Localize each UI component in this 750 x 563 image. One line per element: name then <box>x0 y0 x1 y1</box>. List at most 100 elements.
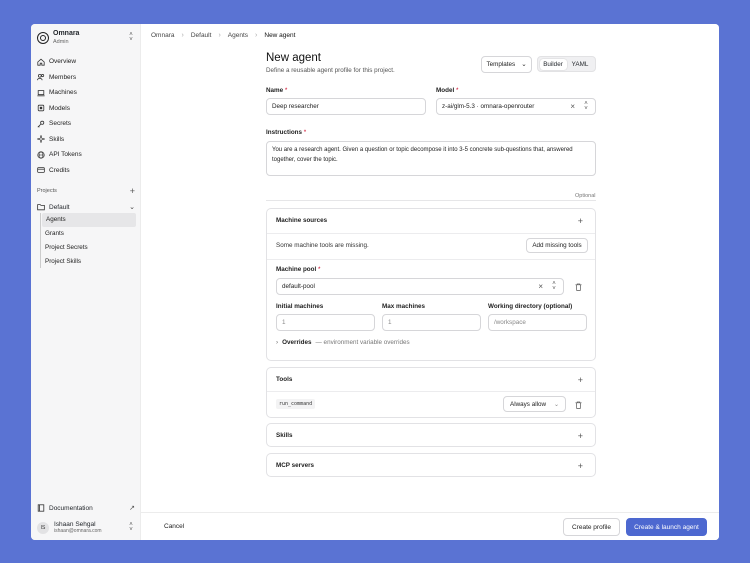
documentation-label: Documentation <box>49 504 93 512</box>
breadcrumb-omnara[interactable]: Omnara <box>151 32 174 39</box>
sidebar-item-label: Skills <box>49 135 65 143</box>
add-missing-tools-button[interactable]: Add missing tools <box>526 238 588 253</box>
sidebar-item-project-secrets[interactable]: Project Secrets <box>41 241 136 255</box>
tools-title: Tools <box>276 376 293 383</box>
main-content: Omnara › Default › Agents › New agent Ne… <box>140 24 719 540</box>
sidebar-item-grants[interactable]: Grants <box>41 227 136 241</box>
overrides-description: — environment variable overrides <box>315 339 410 346</box>
max-machines-label: Max machines <box>382 303 426 310</box>
user-menu[interactable]: IS Ishaan Sehgal ishaan@omnara.com ˄ ˅ <box>37 519 135 536</box>
project-default[interactable]: Default ⌄ <box>37 201 135 213</box>
add-mcp-server-icon[interactable]: + <box>578 462 583 471</box>
tool-permission-value: Always allow <box>510 400 547 408</box>
sidebar-item-members[interactable]: Members <box>34 70 138 86</box>
sidebar-item-label: Machines <box>49 89 77 97</box>
sidebar-item-overview[interactable]: Overview <box>34 54 138 70</box>
sparkle-icon <box>37 135 45 144</box>
trash-icon[interactable] <box>575 401 582 409</box>
sidebar-item-agents[interactable]: Agents <box>42 213 136 227</box>
optional-label: Optional <box>575 193 596 199</box>
sidebar-item-label: Secrets <box>49 120 72 128</box>
working-directory-input[interactable]: /workspace <box>488 314 587 331</box>
sidebar-item-secrets[interactable]: Secrets <box>34 116 138 132</box>
chevron-right-icon: › <box>181 32 184 39</box>
initial-machines-label: Initial machines <box>276 303 324 310</box>
instructions-textarea[interactable]: You are a research agent. Given a questi… <box>266 141 596 176</box>
add-machine-source-icon[interactable]: + <box>578 217 583 226</box>
mcp-servers-title: MCP servers <box>276 462 315 469</box>
breadcrumb: Omnara › Default › Agents › New agent <box>151 32 295 39</box>
cancel-button[interactable]: Cancel <box>164 523 184 530</box>
sidebar-item-project-skills[interactable]: Project Skills <box>41 254 136 268</box>
breadcrumb-current: New agent <box>264 32 296 39</box>
credit-card-icon <box>37 166 45 174</box>
chevron-down-icon: ⌄ <box>129 204 135 211</box>
projects-header: Projects + <box>37 187 135 196</box>
sidebar-item-models[interactable]: Models <box>34 101 138 117</box>
machine-pool-select[interactable]: default-pool × ˄ ˅ <box>276 278 564 295</box>
tool-name: run_command <box>276 399 316 409</box>
sidebar-item-api-tokens[interactable]: API Tokens <box>34 147 138 163</box>
instructions-label: Instructions * <box>266 129 307 136</box>
breadcrumb-agents[interactable]: Agents <box>228 32 248 39</box>
machine-sources-title: Machine sources <box>276 217 328 224</box>
folder-icon <box>37 203 45 211</box>
templates-label: Templates <box>486 61 516 68</box>
sidebar-item-label: Overview <box>49 58 77 66</box>
tools-card: Tools + run_command Always allow ⌄ <box>266 367 596 418</box>
org-logo-icon <box>37 32 49 44</box>
tab-yaml[interactable]: YAML <box>567 59 594 70</box>
card-divider <box>267 233 595 234</box>
mcp-servers-card: MCP servers + <box>266 453 596 477</box>
initial-machines-input[interactable]: 1 <box>276 314 375 331</box>
overrides-toggle[interactable]: › Overrides — environment variable overr… <box>276 339 410 346</box>
create-profile-button[interactable]: Create profile <box>563 518 620 536</box>
add-skill-icon[interactable]: + <box>578 432 583 441</box>
user-email: ishaan@omnara.com <box>54 527 102 534</box>
templates-button[interactable]: Templates ⌄ <box>481 56 532 73</box>
card-divider <box>267 259 595 260</box>
chevron-right-icon: › <box>255 32 258 39</box>
breadcrumb-default[interactable]: Default <box>191 32 212 39</box>
max-machines-input[interactable]: 1 <box>382 314 481 331</box>
mode-toggle: Builder YAML <box>537 56 596 72</box>
chevron-updown-icon: ˄ ˅ <box>584 100 588 112</box>
app-window: Omnara Admin ˄ ˅ Overview Members Machine… <box>31 24 719 540</box>
tool-permission-select[interactable]: Always allow ⌄ <box>503 396 566 412</box>
model-select[interactable]: z-ai/glm-5.3 · omnara-openrouter × ˄ ˅ <box>436 98 596 115</box>
clear-icon[interactable]: × <box>570 102 575 111</box>
overrides-label: Overrides <box>282 339 312 346</box>
trash-icon[interactable] <box>575 283 582 291</box>
book-icon <box>37 504 45 512</box>
users-icon <box>37 73 45 81</box>
documentation-link[interactable]: Documentation ↗ <box>37 502 135 514</box>
footer-bar: Cancel Create profile Create & launch ag… <box>141 512 719 540</box>
create-launch-button[interactable]: Create & launch agent <box>626 518 707 536</box>
project-name: Default <box>49 203 70 211</box>
sidebar-item-label: API Tokens <box>49 151 82 159</box>
external-link-icon: ↗ <box>129 505 135 512</box>
machine-sources-card: Machine sources + Some machine tools are… <box>266 208 596 361</box>
sidebar-item-credits[interactable]: Credits <box>34 163 138 179</box>
cpu-icon <box>37 104 45 112</box>
chevron-updown-icon: ˄ ˅ <box>552 280 556 292</box>
avatar: IS <box>37 521 49 534</box>
missing-tools-warning: Some machine tools are missing. <box>276 242 369 249</box>
org-switcher[interactable]: Omnara Admin ˄ ˅ <box>37 29 135 47</box>
org-name: Omnara <box>53 30 80 37</box>
sidebar-item-machines[interactable]: Machines <box>34 85 138 101</box>
machine-pool-label: Machine pool * <box>276 266 321 273</box>
name-label: Name * <box>266 87 288 94</box>
model-value: z-ai/glm-5.3 · omnara-openrouter <box>442 103 535 110</box>
working-directory-label: Working directory (optional) <box>488 303 573 310</box>
sidebar-item-label: Credits <box>49 166 70 174</box>
name-input[interactable]: Deep researcher <box>266 98 426 115</box>
tab-builder[interactable]: Builder <box>539 58 567 70</box>
sidebar-item-skills[interactable]: Skills <box>34 132 138 148</box>
chevron-updown-icon: ˄ ˅ <box>129 32 133 43</box>
chevron-down-icon: ⌄ <box>521 61 527 68</box>
key-icon <box>37 120 45 128</box>
clear-icon[interactable]: × <box>538 282 543 291</box>
add-tool-icon[interactable]: + <box>578 376 583 385</box>
add-project-icon[interactable]: + <box>130 187 135 196</box>
